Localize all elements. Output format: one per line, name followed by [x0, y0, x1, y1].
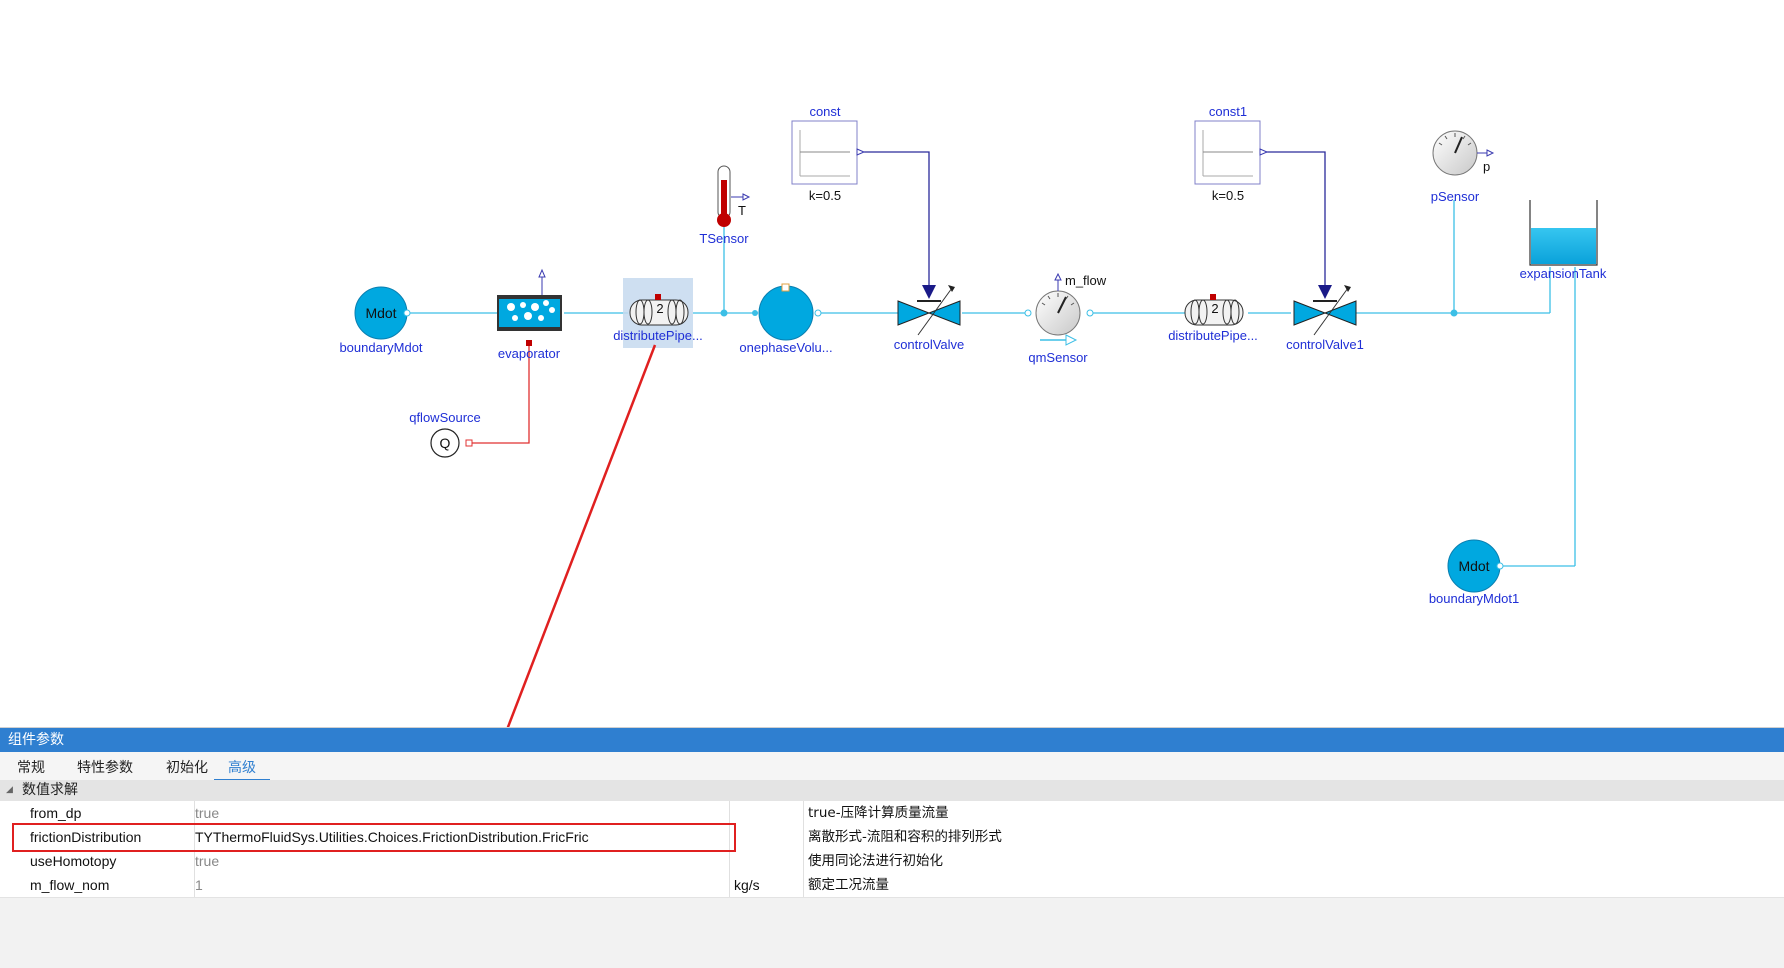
param-row-useHomotopy[interactable]: useHomotopy true 使用同论法进行初始化 — [0, 849, 1784, 874]
collapse-triangle-icon[interactable]: ◢ — [6, 780, 13, 801]
param-value[interactable]: true — [194, 849, 725, 873]
distributePipe-component: 2 distributePipe... — [613, 278, 703, 348]
svg-text:const: const — [809, 104, 840, 119]
param-unit — [729, 825, 804, 849]
svg-text:m_flow: m_flow — [1065, 273, 1107, 288]
TSensor-component: T TSensor — [699, 165, 751, 246]
param-row-from_dp[interactable]: from_dp true true-压降计算质量流量 — [0, 801, 1784, 826]
svg-text:evaporator: evaporator — [498, 346, 561, 361]
svg-text:2: 2 — [1211, 301, 1218, 316]
param-value[interactable]: 1 — [194, 873, 725, 897]
svg-text:Q: Q — [440, 435, 451, 451]
evaporator-component: evaporator — [497, 268, 562, 361]
const-component: const k=0.5 — [791, 104, 866, 203]
param-name: frictionDistribution — [30, 829, 142, 845]
svg-text:p: p — [1483, 159, 1490, 174]
panel-title: 组件参数 — [0, 728, 1784, 752]
annotation-arrow — [506, 344, 657, 727]
param-name: from_dp — [30, 805, 82, 821]
pSensor-component: p pSensor — [1431, 130, 1495, 204]
boundaryMdot-component: Mdot boundaryMdot — [339, 286, 423, 355]
svg-text:expansionTank: expansionTank — [1520, 266, 1607, 281]
param-row-frictionDistribution[interactable]: frictionDistribution TYThermoFluidSys.Ut… — [0, 825, 1784, 850]
svg-text:controlValve1: controlValve1 — [1286, 337, 1364, 352]
param-value[interactable]: true — [194, 801, 725, 825]
param-value[interactable]: TYThermoFluidSys.Utilities.Choices.Frict… — [194, 825, 725, 849]
model-diagram-canvas[interactable]: Mdot boundaryMdot evaporator Q qflowSour… — [0, 0, 1784, 727]
svg-text:pSensor: pSensor — [1431, 189, 1480, 204]
fluid-connections — [400, 200, 1576, 567]
svg-text:Mdot: Mdot — [1458, 558, 1489, 574]
boundaryMdot1-component: Mdot boundaryMdot1 — [1429, 539, 1519, 606]
param-description: 离散形式-流阻和容积的排列形式 — [803, 825, 1708, 849]
svg-text:T: T — [738, 203, 746, 218]
svg-text:TSensor: TSensor — [699, 231, 749, 246]
param-name: m_flow_nom — [30, 877, 110, 893]
svg-text:const1: const1 — [1209, 104, 1247, 119]
svg-text:distributePipe...: distributePipe... — [1168, 328, 1258, 343]
svg-text:k=0.5: k=0.5 — [1212, 188, 1244, 203]
tab-initialization[interactable]: 初始化 — [166, 757, 208, 779]
param-unit: kg/s — [729, 873, 804, 897]
expansionTank-component: expansionTank — [1520, 200, 1607, 281]
param-name: useHomotopy — [30, 853, 117, 869]
qmSensor-component: m_flow qmSensor — [1024, 272, 1107, 365]
group-numerical-solving[interactable]: ◢ 数值求解 — [0, 780, 1784, 801]
parameter-tabs: 常规 特性参数 初始化 高级 — [0, 752, 1784, 781]
distributePipe1-component: 2 distributePipe... — [1168, 294, 1258, 343]
tab-general[interactable]: 常规 — [17, 757, 45, 779]
const1-component: const1 k=0.5 — [1194, 104, 1269, 203]
tab-advanced[interactable]: 高级 — [214, 757, 270, 781]
svg-text:k=0.5: k=0.5 — [809, 188, 841, 203]
component-parameters-panel: 组件参数 常规 特性参数 初始化 高级 ◢ 数值求解 from_dp true … — [0, 727, 1784, 968]
svg-text:2: 2 — [656, 301, 663, 316]
group-label: 数值求解 — [22, 782, 78, 798]
svg-text:distributePipe...: distributePipe... — [613, 328, 703, 343]
param-description: 使用同论法进行初始化 — [803, 849, 1708, 873]
param-description: true-压降计算质量流量 — [803, 801, 1708, 825]
qflowSource-component: Q qflowSource — [409, 410, 481, 458]
svg-text:controlValve: controlValve — [894, 337, 965, 352]
diagram-svg: Mdot boundaryMdot evaporator Q qflowSour… — [339, 104, 1607, 727]
param-row-m_flow_nom[interactable]: m_flow_nom 1 kg/s 额定工况流量 — [0, 873, 1784, 898]
svg-text:onephaseVolu...: onephaseVolu... — [739, 340, 832, 355]
tab-characteristics[interactable]: 特性参数 — [77, 757, 133, 779]
svg-text:boundaryMdot1: boundaryMdot1 — [1429, 591, 1519, 606]
svg-text:qflowSource: qflowSource — [409, 410, 481, 425]
param-description: 额定工况流量 — [803, 873, 1708, 897]
svg-text:qmSensor: qmSensor — [1028, 350, 1088, 365]
svg-text:Mdot: Mdot — [365, 305, 396, 321]
onephaseVolume-component: onephaseVolu... — [739, 283, 833, 355]
control-arrowheads — [922, 285, 1332, 299]
param-unit — [729, 801, 804, 825]
svg-text:boundaryMdot: boundaryMdot — [339, 340, 422, 355]
param-unit — [729, 849, 804, 873]
